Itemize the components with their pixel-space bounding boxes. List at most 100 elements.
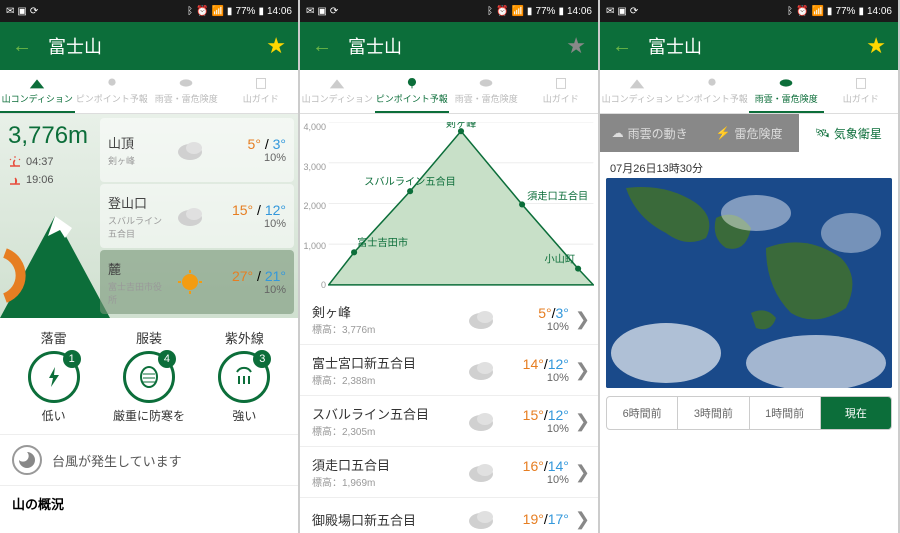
- clothing-icon: [136, 364, 162, 390]
- battery-text: 77%: [235, 6, 255, 17]
- subtab-thunder[interactable]: ⚡雷危険度: [699, 114, 798, 152]
- uv-icon: [231, 364, 257, 390]
- point-row[interactable]: 御殿場口新五合目 19°/17° ❯: [300, 498, 598, 533]
- tab-pinpoint[interactable]: ピンポイント予報: [675, 70, 750, 113]
- sunset-row: 19:06: [8, 174, 92, 186]
- metric-clothing[interactable]: 服装 4 厳重に防寒を: [101, 328, 196, 424]
- tabs: 山コンディション ピンポイント予報 雨雲・雷危険度 山ガイド: [300, 70, 598, 114]
- page-title: 富士山: [48, 33, 250, 59]
- satellite-timestamp: 07月26日13時30分: [606, 158, 892, 178]
- subtab-rain[interactable]: ☁雨雲の動き: [600, 114, 699, 152]
- battery-icon: ▮: [258, 6, 264, 17]
- app-bar: ← 富士山 ★: [600, 22, 898, 70]
- point-row[interactable]: 須走口五合目標高：1,969m 16°/14°10% ❯: [300, 447, 598, 498]
- time-btn-3h[interactable]: 3時間前: [678, 397, 749, 429]
- subtab-satellite[interactable]: 🛰気象衛星: [799, 114, 898, 152]
- notif-icon: ⟳: [30, 6, 38, 17]
- lightning-icon: [41, 364, 67, 390]
- metric-uv[interactable]: 紫外線 3 強い: [197, 328, 292, 424]
- app-bar: ← 富士山 ★: [0, 22, 298, 70]
- cloud-icon: [174, 202, 206, 230]
- cloud-icon: [465, 459, 497, 485]
- screen-pinpoint: ✉▣⟳ ᛒ⏰📶▮77%▮14:06 ← 富士山 ★ 山コンディション ピンポイン…: [300, 0, 598, 533]
- status-bar: ✉▣⟳ ᛒ⏰📶▮77%▮14:06: [600, 0, 898, 22]
- cloud-icon: [465, 306, 497, 332]
- tab-pinpoint[interactable]: ピンポイント予報: [75, 70, 150, 113]
- weather-card-trailhead[interactable]: 登山口スバルライン五合目 15° / 12°10%: [100, 184, 294, 248]
- time-btn-now[interactable]: 現在: [821, 397, 891, 429]
- status-bar: ✉▣⟳ ᛒ⏰📶▮77%▮14:06: [300, 0, 598, 22]
- svg-text:スバルライン五合目: スバルライン五合目: [364, 175, 456, 188]
- clock: 14:06: [267, 6, 292, 17]
- chevron-right-icon: ❯: [569, 509, 590, 530]
- cloud-icon: [465, 408, 497, 434]
- favorite-button[interactable]: ★: [266, 33, 286, 59]
- chevron-right-icon: ❯: [569, 360, 590, 381]
- favorite-button[interactable]: ★: [866, 33, 886, 59]
- cloud-icon: [465, 357, 497, 383]
- chevron-right-icon: ❯: [569, 462, 590, 483]
- tabs: 山コンディション ピンポイント予報 雨雲・雷危険度 山ガイド: [0, 70, 298, 114]
- satellite-icon: 🛰: [815, 126, 830, 140]
- thunder-icon: ⚡: [716, 126, 731, 140]
- metrics-row: 落雷 1 低い 服装 4 厳重に防寒を 紫外線 3 強い: [0, 318, 298, 435]
- time-btn-1h[interactable]: 1時間前: [750, 397, 821, 429]
- elevation-chart: 4,0003,0002,0001,0000 剣ヶ峰 スバルライン五合目 須走口五…: [300, 114, 598, 294]
- tab-rain-thunder[interactable]: 雨雲・雷危険度: [149, 70, 224, 113]
- typhoon-alert[interactable]: 台風が発生しています: [0, 435, 298, 486]
- tab-guide[interactable]: 山ガイド: [224, 70, 299, 113]
- metric-lightning[interactable]: 落雷 1 低い: [6, 328, 101, 424]
- chevron-right-icon: ❯: [569, 411, 590, 432]
- svg-text:富士吉田市: 富士吉田市: [357, 236, 408, 249]
- tab-condition[interactable]: 山コンディション: [600, 70, 675, 113]
- subtabs: ☁雨雲の動き ⚡雷危険度 🛰気象衛星: [600, 114, 898, 152]
- page-title: 富士山: [648, 33, 850, 59]
- screen-condition: ✉ ▣ ⟳ ᛒ ⏰ 📶 ▮ 77% ▮ 14:06 ← 富士山 ★ 山コンディシ…: [0, 0, 298, 533]
- time-selector: 6時間前 3時間前 1時間前 現在: [606, 396, 892, 430]
- point-row[interactable]: スバルライン五合目標高：2,305m 15°/12°10% ❯: [300, 396, 598, 447]
- favorite-button[interactable]: ★: [566, 33, 586, 59]
- hero-panel: 3,776m 04:37 19:06 山頂剣ヶ峰: [0, 114, 298, 318]
- chevron-right-icon: ❯: [569, 309, 590, 330]
- svg-text:剣ヶ峰: 剣ヶ峰: [446, 122, 477, 130]
- bluetooth-icon: ᛒ: [187, 6, 193, 17]
- elevation-text: 3,776m: [8, 122, 92, 150]
- rain-icon: ☁: [612, 126, 624, 140]
- time-btn-6h[interactable]: 6時間前: [607, 397, 678, 429]
- back-button[interactable]: ←: [12, 35, 32, 58]
- notif-icon: ▣: [17, 6, 26, 17]
- status-bar: ✉ ▣ ⟳ ᛒ ⏰ 📶 ▮ 77% ▮ 14:06: [0, 0, 298, 22]
- tab-rain-thunder[interactable]: 雨雲・雷危険度: [749, 70, 824, 113]
- wifi-icon: 📶: [211, 6, 223, 17]
- point-row[interactable]: 剣ヶ峰標高：3,776m 5°/3°10% ❯: [300, 294, 598, 345]
- typhoon-icon: [12, 445, 42, 475]
- page-title: 富士山: [348, 33, 550, 59]
- tab-guide[interactable]: 山ガイド: [824, 70, 899, 113]
- weather-card-foot[interactable]: 麓富士吉田市役所 27° / 21°10%: [100, 250, 294, 314]
- notif-icon: ✉: [6, 6, 14, 17]
- overview-section: 山の概況: [0, 486, 298, 521]
- cloud-icon: [465, 506, 497, 532]
- svg-text:須走口五合目: 須走口五合目: [527, 189, 588, 202]
- tabs: 山コンディション ピンポイント予報 雨雲・雷危険度 山ガイド: [600, 70, 898, 114]
- tab-guide[interactable]: 山ガイド: [524, 70, 599, 113]
- tab-condition[interactable]: 山コンディション: [0, 70, 75, 113]
- back-button[interactable]: ←: [612, 35, 632, 58]
- weather-card-summit[interactable]: 山頂剣ヶ峰 5° / 3°10%: [100, 118, 294, 182]
- tab-condition[interactable]: 山コンディション: [300, 70, 375, 113]
- cloud-icon: [174, 136, 206, 164]
- signal-icon: ▮: [227, 6, 233, 17]
- chart-svg: 剣ヶ峰 スバルライン五合目 須走口五合目 富士吉田市 小山町: [328, 122, 594, 290]
- alarm-icon: ⏰: [196, 6, 208, 17]
- svg-text:小山町: 小山町: [545, 254, 576, 266]
- app-bar: ← 富士山 ★: [300, 22, 598, 70]
- back-button[interactable]: ←: [312, 35, 332, 58]
- sunrise-row: 04:37: [8, 156, 92, 168]
- satellite-map[interactable]: [606, 178, 892, 388]
- screen-satellite: ✉▣⟳ ᛒ⏰📶▮77%▮14:06 ← 富士山 ★ 山コンディション ピンポイン…: [600, 0, 898, 533]
- tab-rain-thunder[interactable]: 雨雲・雷危険度: [449, 70, 524, 113]
- sun-icon: [174, 268, 206, 296]
- tab-pinpoint[interactable]: ピンポイント予報: [375, 70, 450, 113]
- points-list: 剣ヶ峰標高：3,776m 5°/3°10% ❯ 富士宮口新五合目標高：2,388…: [300, 294, 598, 533]
- point-row[interactable]: 富士宮口新五合目標高：2,388m 14°/12°10% ❯: [300, 345, 598, 396]
